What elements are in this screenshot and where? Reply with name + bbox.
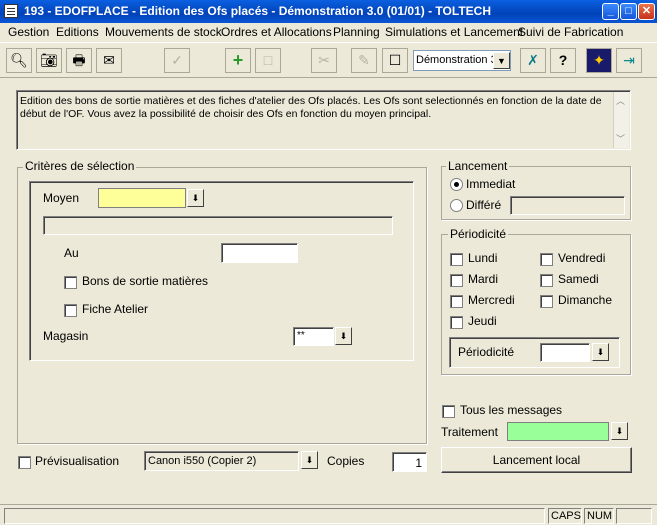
- status-bar: CAPS NUM: [0, 504, 657, 525]
- menu-ordres-et-allocations[interactable]: Ordres et Allocations: [221, 25, 332, 39]
- scroll-up-icon[interactable]: ︿: [616, 94, 625, 107]
- lancement-group-label: Lancement: [446, 159, 510, 173]
- lundi-label: Lundi: [468, 251, 498, 265]
- camera-icon[interactable]: 📷︎: [36, 48, 62, 73]
- copies-label: Copies: [327, 454, 365, 468]
- differe-label: Différé: [466, 198, 502, 212]
- description-box: Edition des bons de sortie matières et d…: [16, 90, 631, 150]
- cut-icon[interactable]: ✂: [311, 48, 337, 73]
- blank-page-icon[interactable]: ☐: [382, 48, 408, 73]
- title-bar: 193 - EDOFPLACE - Edition des Ofs placés…: [0, 0, 657, 23]
- chevron-down-icon[interactable]: ▼: [493, 52, 510, 69]
- previsualisation-label: Prévisualisation: [35, 454, 120, 468]
- moyen-label: Moyen: [43, 191, 80, 205]
- zoom-search-icon[interactable]: 🔍︎: [6, 48, 32, 73]
- app-icon[interactable]: [4, 4, 18, 18]
- fiche-atelier-checkbox[interactable]: [64, 304, 77, 317]
- close-button[interactable]: ✕: [638, 3, 655, 20]
- samedi-label: Samedi: [558, 272, 599, 286]
- traitement-input[interactable]: [507, 422, 609, 441]
- add-icon[interactable]: +: [225, 48, 251, 73]
- immediat-radio[interactable]: [450, 178, 463, 191]
- jeudi-label: Jeudi: [468, 314, 497, 328]
- vendredi-label: Vendredi: [558, 251, 606, 265]
- au-date-input[interactable]: [221, 243, 298, 263]
- menu-mouvements-de-stock[interactable]: Mouvements de stock: [105, 25, 222, 39]
- jeudi-checkbox[interactable]: [450, 316, 463, 329]
- description-text: Edition des bons de sortie matières et d…: [20, 95, 602, 120]
- help-icon[interactable]: ?: [550, 48, 576, 73]
- differe-date-field[interactable]: [510, 196, 625, 215]
- mardi-checkbox[interactable]: [450, 274, 463, 287]
- periodicite-group-label: Périodicité: [448, 227, 509, 241]
- wand-icon[interactable]: ✦: [586, 48, 612, 73]
- mercredi-checkbox[interactable]: [450, 295, 463, 308]
- exit-door-icon[interactable]: ⇥: [616, 48, 642, 73]
- delete-icon[interactable]: □: [255, 48, 281, 73]
- previsualisation-checkbox[interactable]: [18, 456, 31, 469]
- company-select[interactable]: Démonstration 3 ▼: [413, 50, 511, 71]
- criteria-group-label: Critères de sélection: [23, 159, 137, 173]
- edit-icon[interactable]: ✎: [351, 48, 377, 73]
- status-extra-panel: [616, 508, 652, 524]
- copies-value: 1: [415, 456, 422, 470]
- periodicite-input[interactable]: [540, 343, 590, 362]
- tous-messages-label: Tous les messages: [460, 403, 563, 417]
- window-title: 193 - EDOFPLACE - Edition des Ofs placés…: [24, 4, 491, 18]
- menu-suivi-de-fabrication[interactable]: Suivi de Fabrication: [518, 25, 623, 39]
- lundi-checkbox[interactable]: [450, 253, 463, 266]
- scroll-down-icon[interactable]: ﹀: [616, 132, 625, 145]
- menu-simulations-et-lancement[interactable]: Simulations et Lancement: [385, 25, 523, 39]
- moyen-input[interactable]: [98, 188, 186, 208]
- description-scrollbar[interactable]: ︿ ﹀: [613, 92, 629, 148]
- maximize-button[interactable]: □: [620, 3, 637, 20]
- fiche-atelier-label: Fiche Atelier: [82, 302, 149, 316]
- moyen-description-field: [43, 216, 393, 235]
- magasin-dropdown-button[interactable]: ⬇: [335, 327, 352, 345]
- printer-dropdown-button[interactable]: ⬇: [301, 451, 318, 469]
- tools-icon[interactable]: ✗: [520, 48, 546, 73]
- mercredi-label: Mercredi: [468, 293, 515, 307]
- minimize-button[interactable]: _: [602, 3, 619, 20]
- printer-icon[interactable]: 🖶: [66, 48, 92, 73]
- mail-icon[interactable]: ✉: [96, 48, 122, 73]
- moyen-dropdown-button[interactable]: ⬇: [187, 189, 204, 207]
- validate-icon[interactable]: ✓: [164, 48, 190, 73]
- company-select-value: Démonstration 3: [416, 54, 497, 66]
- caps-indicator: CAPS: [548, 508, 582, 524]
- samedi-checkbox[interactable]: [540, 274, 553, 287]
- bons-sortie-label: Bons de sortie matières: [82, 274, 209, 288]
- dimanche-checkbox[interactable]: [540, 295, 553, 308]
- immediat-label: Immediat: [466, 177, 516, 191]
- bons-sortie-checkbox[interactable]: [64, 276, 77, 289]
- magasin-input[interactable]: **: [293, 327, 334, 346]
- printer-select[interactable]: Canon i550 (Copier 2): [144, 451, 299, 471]
- traitement-dropdown-button[interactable]: ⬇: [611, 422, 628, 440]
- lancement-local-button[interactable]: Lancement local: [441, 447, 632, 473]
- status-message-panel: [4, 508, 545, 524]
- vendredi-checkbox[interactable]: [540, 253, 553, 266]
- periodicite-field-label: Périodicité: [458, 345, 515, 359]
- toolbar: 🔍︎ 📷︎ 🖶 ✉ ✓ + □ ✂ ✎ ☐ Démonstration 3 ▼ …: [0, 42, 657, 78]
- differe-radio[interactable]: [450, 199, 463, 212]
- traitement-label: Traitement: [441, 425, 498, 439]
- printer-value: Canon i550 (Copier 2): [148, 455, 257, 467]
- num-indicator: NUM: [584, 508, 614, 524]
- magasin-value: **: [297, 330, 305, 341]
- au-label: Au: [64, 246, 79, 260]
- menu-editions[interactable]: Editions: [56, 25, 99, 39]
- periodicite-dropdown-button[interactable]: ⬇: [592, 343, 609, 361]
- copies-input[interactable]: 1: [392, 452, 427, 472]
- dimanche-label: Dimanche: [558, 293, 613, 307]
- menu-bar: Gestion Editions Mouvements de stock Ord…: [0, 23, 657, 42]
- menu-gestion[interactable]: Gestion: [8, 25, 49, 39]
- tous-messages-checkbox[interactable]: [442, 405, 455, 418]
- magasin-label: Magasin: [43, 329, 89, 343]
- menu-planning[interactable]: Planning: [333, 25, 380, 39]
- mardi-label: Mardi: [468, 272, 499, 286]
